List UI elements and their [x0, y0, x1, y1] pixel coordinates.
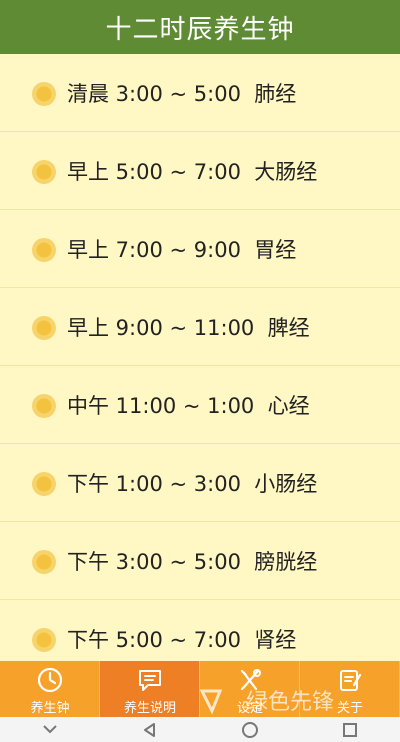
list-item-label: 下午 5:00 ~ 7:00 肾经	[67, 628, 297, 652]
meridian-list[interactable]: 清晨 3:00 ~ 5:00 肺经 早上 5:00 ~ 7:00 大肠经 早上 …	[0, 54, 400, 661]
tab-label: 养生说明	[123, 701, 176, 716]
page-title: 十二时辰养生钟	[105, 14, 295, 45]
sun-icon	[32, 550, 56, 574]
tab-label: 设定	[236, 701, 263, 716]
tab-label: 养生钟	[30, 701, 70, 716]
sun-icon	[32, 394, 56, 418]
list-item[interactable]: 早上 5:00 ~ 7:00 大肠经	[0, 132, 400, 210]
home-icon[interactable]	[239, 721, 261, 739]
list-item-label: 下午 3:00 ~ 5:00 膀胱经	[67, 550, 318, 574]
list-item[interactable]: 清晨 3:00 ~ 5:00 肺经	[0, 54, 400, 132]
tab-health-guide[interactable]: 养生说明	[100, 661, 200, 717]
tab-clock[interactable]: 养生钟	[0, 661, 100, 717]
tab-settings[interactable]: 设定	[200, 661, 300, 717]
chevron-down-icon[interactable]	[39, 721, 61, 739]
app-header: 十二时辰养生钟	[0, 0, 400, 54]
list-item-label: 清晨 3:00 ~ 5:00 肺经	[67, 82, 297, 106]
back-icon[interactable]	[139, 721, 161, 739]
list-item-label: 早上 9:00 ~ 11:00 脾经	[67, 316, 310, 340]
recent-apps-icon[interactable]	[339, 721, 361, 739]
list-item[interactable]: 下午 1:00 ~ 3:00 小肠经	[0, 444, 400, 522]
list-item[interactable]: 早上 9:00 ~ 11:00 脾经	[0, 288, 400, 366]
list-item-label: 下午 1:00 ~ 3:00 小肠经	[67, 472, 318, 496]
sun-icon	[32, 238, 56, 262]
sun-icon	[32, 160, 56, 184]
list-item-label: 早上 5:00 ~ 7:00 大肠经	[67, 160, 318, 184]
tab-label: 关于	[336, 701, 363, 716]
chat-icon	[139, 670, 161, 691]
list-item[interactable]: 中午 11:00 ~ 1:00 心经	[0, 366, 400, 444]
sun-icon	[32, 316, 56, 340]
note-icon	[340, 670, 362, 691]
sun-icon	[32, 628, 56, 652]
list-item[interactable]: 下午 3:00 ~ 5:00 膀胱经	[0, 522, 400, 600]
system-nav-bar	[0, 717, 400, 742]
tools-icon	[240, 669, 261, 691]
list-item[interactable]: 早上 7:00 ~ 9:00 胃经	[0, 210, 400, 288]
sun-icon	[32, 82, 56, 106]
list-item[interactable]: 下午 5:00 ~ 7:00 肾经	[0, 600, 400, 661]
sun-icon	[32, 472, 56, 496]
list-item-label: 中午 11:00 ~ 1:00 心经	[67, 394, 310, 418]
list-item-label: 早上 7:00 ~ 9:00 胃经	[67, 238, 297, 262]
clock-icon	[37, 667, 63, 693]
bottom-tab-bar: 养生钟 养生说明 设定 关于	[0, 661, 400, 717]
tab-about[interactable]: 关于	[300, 661, 400, 717]
